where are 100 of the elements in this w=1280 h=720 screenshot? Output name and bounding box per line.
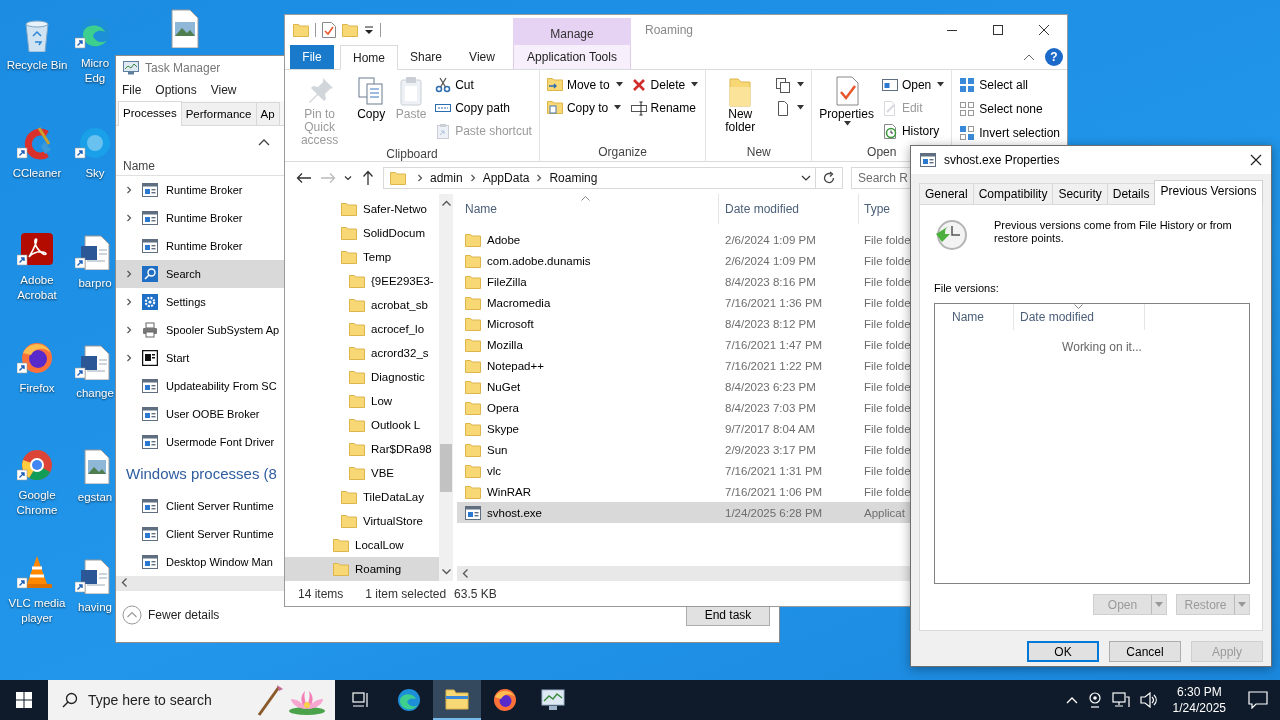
- ribbon-button[interactable]: Cut: [433, 74, 534, 95]
- browser-icon[interactable]: [493, 688, 517, 712]
- chevron-down-icon[interactable]: [801, 174, 811, 182]
- chat-icon[interactable]: [1248, 691, 1268, 709]
- chevron-up-icon[interactable]: [258, 137, 270, 146]
- arrow-up-icon[interactable]: [441, 200, 451, 206]
- browser-icon[interactable]: [397, 688, 421, 712]
- breadcrumb[interactable]: Roaming: [549, 171, 598, 185]
- tab[interactable]: Ap: [255, 101, 280, 125]
- ribbon-button[interactable]: History: [879, 120, 947, 141]
- ribbon-button[interactable]: Select all: [957, 74, 1062, 96]
- column-header[interactable]: Date modified: [719, 194, 859, 224]
- ribbon-tab[interactable]: Application Tools: [513, 45, 631, 69]
- ribbon-button[interactable]: Rename: [628, 97, 701, 118]
- versions-list[interactable]: Name Date modified Working on it...: [934, 303, 1250, 584]
- tree-item[interactable]: VirtualStore: [285, 509, 439, 533]
- ribbon-button[interactable]: Copy: [353, 74, 390, 121]
- tree-item[interactable]: Low: [285, 389, 439, 413]
- ribbon-button[interactable]: Move to: [544, 74, 625, 95]
- process-row[interactable]: Usermode Font Driver: [116, 427, 284, 456]
- ribbon-button[interactable]: Select none: [957, 98, 1062, 120]
- ribbon-button[interactable]: New folder: [711, 74, 770, 134]
- tree-item[interactable]: acrocef_lo: [285, 317, 439, 341]
- tab[interactable]: Security: [1052, 183, 1108, 204]
- tab[interactable]: Processes: [118, 100, 182, 126]
- taskbar-search-field[interactable]: Type here to search: [48, 680, 335, 720]
- tree-item[interactable]: acrord32_s: [285, 341, 439, 365]
- process-row[interactable]: Client Server Runtime: [116, 519, 284, 548]
- column-header[interactable]: Date modified: [1014, 304, 1145, 330]
- process-row[interactable]: Updateability From SC: [116, 371, 284, 400]
- tab[interactable]: Previous Versions: [1154, 180, 1263, 205]
- tree-item[interactable]: LocalLow: [285, 533, 439, 557]
- network-icon[interactable]: [1111, 692, 1130, 708]
- column-header[interactable]: Name: [123, 159, 155, 174]
- process-row[interactable]: User OOBE Broker: [116, 399, 284, 428]
- process-row[interactable]: Desktop Window Man: [116, 547, 284, 576]
- breadcrumb[interactable]: AppData: [482, 171, 530, 185]
- speaker-icon[interactable]: [1139, 692, 1158, 708]
- process-row[interactable]: Client Server Runtime: [116, 491, 284, 520]
- taskbar-app[interactable]: [433, 680, 481, 720]
- arrow-down-icon[interactable]: [441, 569, 451, 575]
- arrow-left-icon[interactable]: [120, 578, 127, 588]
- tree-item[interactable]: Outlook L: [285, 413, 439, 437]
- tree-item[interactable]: acrobat_sb: [285, 293, 439, 317]
- ribbon-button[interactable]: Copy path: [433, 97, 534, 118]
- back-arrow-icon[interactable]: [296, 172, 312, 184]
- ribbon-button[interactable]: Copy to: [544, 97, 625, 118]
- tree-item[interactable]: TileDataLay: [285, 485, 439, 509]
- windows-logo-icon[interactable]: [16, 692, 32, 708]
- tree-item[interactable]: VBE: [285, 461, 439, 485]
- ribbon-tab[interactable]: View: [454, 45, 510, 69]
- scrollbar[interactable]: [116, 575, 284, 591]
- process-row[interactable]: Spooler SubSystem Ap: [116, 315, 284, 344]
- chevron-down-icon[interactable]: [344, 174, 352, 182]
- tree-item[interactable]: Temp: [285, 245, 439, 269]
- tab[interactable]: General: [919, 183, 974, 204]
- tab[interactable]: Performance: [180, 101, 257, 125]
- refresh-icon[interactable]: [822, 171, 836, 185]
- column-header[interactable]: Type: [859, 194, 913, 224]
- process-row[interactable]: Settings: [116, 287, 284, 316]
- ribbon-tab[interactable]: Home: [340, 45, 398, 70]
- menu-item[interactable]: View: [210, 83, 237, 98]
- tree-item[interactable]: Roaming: [285, 557, 439, 581]
- column-header[interactable]: Name: [457, 194, 719, 224]
- close-icon[interactable]: [1250, 154, 1262, 166]
- clock-date[interactable]: 1/24/2025: [1172, 700, 1226, 716]
- process-row[interactable]: Start: [116, 343, 284, 372]
- task-view-icon[interactable]: [352, 692, 370, 708]
- dialog-button[interactable]: OK: [1027, 641, 1099, 662]
- menu-item[interactable]: Options: [155, 83, 197, 98]
- ribbon-button[interactable]: Invert selection: [957, 122, 1062, 144]
- menu-item[interactable]: File: [122, 83, 142, 98]
- arrow-left-icon[interactable]: [461, 569, 468, 578]
- tree-item[interactable]: {9EE293E3-: [285, 269, 439, 293]
- up-arrow-icon[interactable]: [362, 170, 374, 186]
- ribbon-tab[interactable]: File: [290, 45, 334, 69]
- address-bar[interactable]: admin AppData Roaming: [383, 167, 843, 189]
- scrollbar[interactable]: [439, 194, 453, 581]
- tree-item[interactable]: Rar$DRa98: [285, 437, 439, 461]
- tab[interactable]: Compatibility: [972, 183, 1054, 204]
- fewer-details-link[interactable]: Fewer details: [122, 604, 686, 625]
- clock-time[interactable]: 6:30 PM: [1176, 684, 1222, 700]
- ribbon-tab[interactable]: Share: [398, 45, 454, 69]
- process-row[interactable]: Runtime Broker: [116, 231, 284, 260]
- ribbon-button[interactable]: Open: [879, 74, 947, 95]
- dropdown-icon[interactable]: [364, 25, 374, 35]
- maximize-icon[interactable]: [992, 24, 1004, 36]
- monitor-icon[interactable]: [541, 689, 565, 711]
- tree-item[interactable]: Diagnostic: [285, 365, 439, 389]
- process-row[interactable]: Runtime Broker: [116, 175, 284, 204]
- document-check-icon[interactable]: [322, 22, 336, 38]
- column-header[interactable]: Name: [935, 304, 1014, 330]
- breadcrumb[interactable]: admin: [430, 171, 463, 185]
- webcam-icon[interactable]: [1087, 692, 1102, 708]
- help-button[interactable]: ?: [1045, 48, 1063, 66]
- close-icon[interactable]: [1038, 24, 1050, 36]
- scrollbar-thumb[interactable]: [440, 444, 452, 492]
- dialog-button[interactable]: Cancel: [1109, 641, 1181, 662]
- process-row[interactable]: Runtime Broker: [116, 203, 284, 232]
- ribbon-button[interactable]: Delete: [628, 74, 701, 95]
